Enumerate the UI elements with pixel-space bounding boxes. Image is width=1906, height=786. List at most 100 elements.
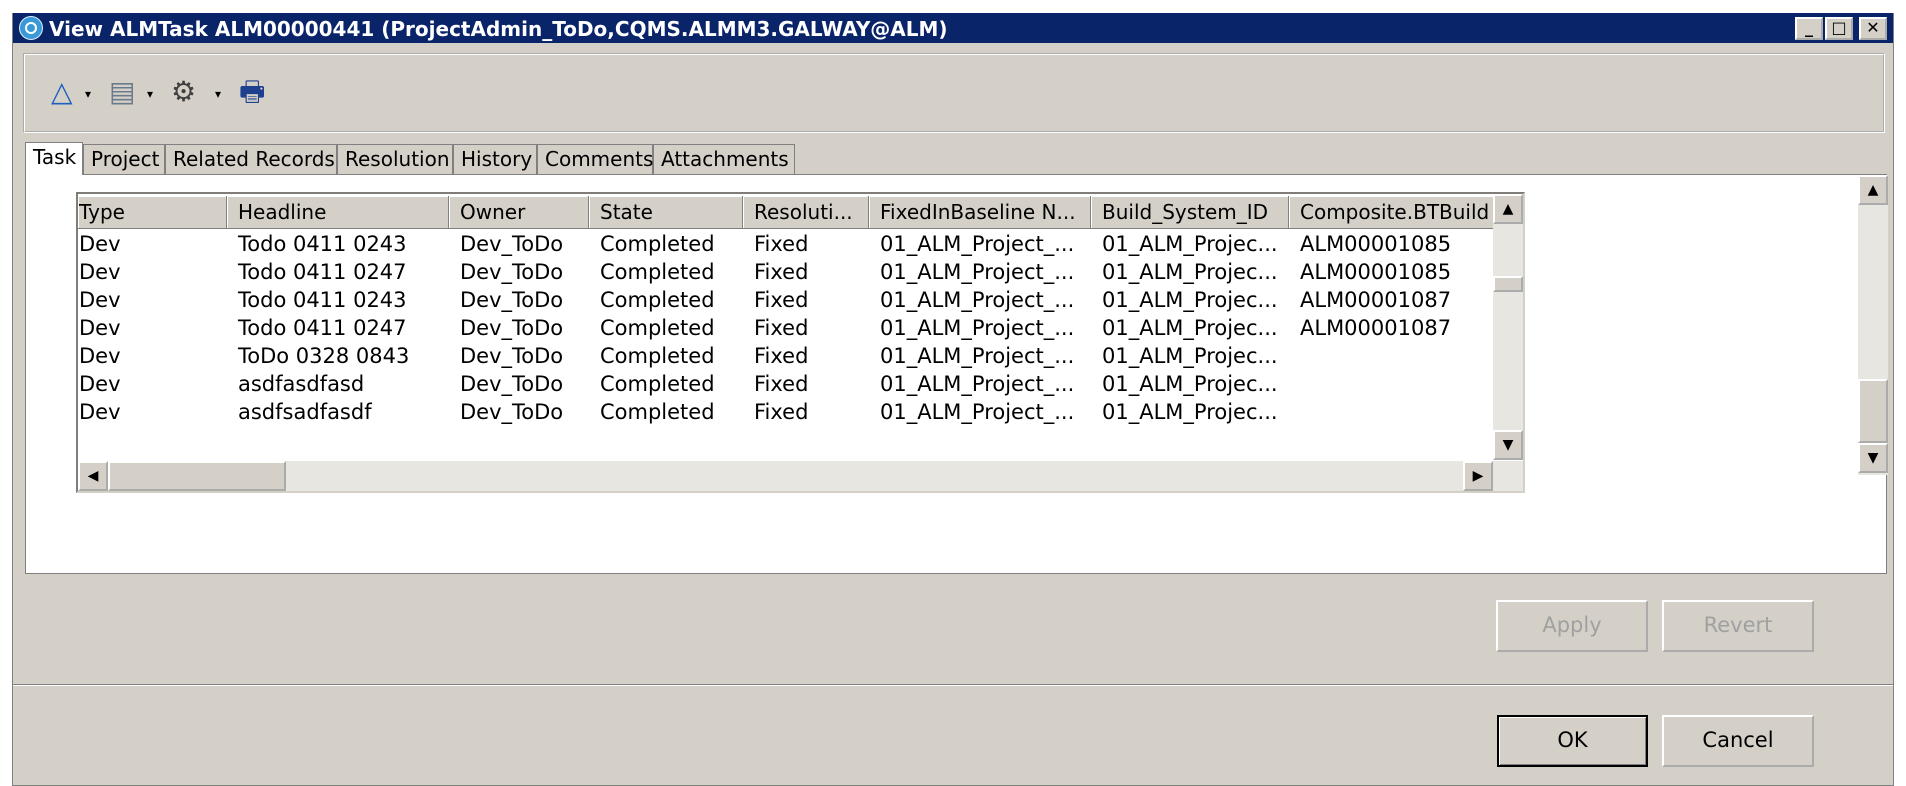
cell-resolution: Fixed [754, 344, 809, 368]
cell-fixedinbaseline: 01_ALM_Project_... [880, 372, 1075, 396]
column-header-resolution[interactable]: Resoluti... [743, 196, 869, 229]
table-horizontal-scrollbar[interactable]: ◀ ▶ [78, 461, 1523, 491]
cell-state: Completed [600, 232, 715, 256]
cell-build-system-id: 01_ALM_Projec... [1102, 344, 1278, 368]
cell-owner: Dev_ToDo [460, 232, 564, 256]
cell-owner: Dev_ToDo [460, 344, 564, 368]
cell-build-system-id: 01_ALM_Projec... [1102, 260, 1278, 284]
title-bar[interactable]: View ALMTask ALM00000441 (ProjectAdmin_T… [13, 13, 1893, 43]
table-header: Type Headline Owner State Resoluti... Fi… [78, 196, 1503, 229]
cell-headline: asdfasdfasd [238, 372, 365, 396]
scroll-left-icon[interactable]: ◀ [78, 461, 108, 491]
cell-resolution: Fixed [754, 288, 809, 312]
table-row[interactable]: Dev Todo 0411 0247 Dev_ToDo Completed Fixed 0… [78, 314, 1503, 342]
table-vertical-scrollbar[interactable]: ▲ ▼ [1493, 194, 1523, 460]
dialog-window: View ALMTask ALM00000441 (ProjectAdmin_T… [12, 13, 1894, 786]
cell-build-system-id: 01_ALM_Projec... [1102, 288, 1278, 312]
maximize-button[interactable]: □ [1825, 17, 1853, 40]
column-header-state[interactable]: State [589, 196, 743, 229]
horizontal-scroll-thumb[interactable] [108, 461, 286, 491]
cell-composite-btbuild [1289, 342, 1503, 370]
cell-composite-btbuild: ALM00001087 [1300, 316, 1452, 340]
table-row[interactable]: Dev Todo 0411 0243 Dev_ToDo Completed Fixed 0… [78, 286, 1503, 314]
app-globe-icon [19, 16, 43, 40]
cell-resolution: Fixed [754, 316, 809, 340]
table-row[interactable]: Dev ToDo 0328 0843 Dev_ToDo Completed Fixed 0… [78, 342, 1503, 370]
cell-composite-btbuild [1289, 398, 1503, 426]
print-icon[interactable]: 🖶 [239, 77, 265, 107]
table-row[interactable]: Dev Todo 0411 0247 Dev_ToDo Completed Fixed 0… [78, 258, 1503, 286]
tab-related-records[interactable]: Related Records [165, 144, 337, 174]
cell-owner: Dev_ToDo [460, 288, 564, 312]
cell-composite-btbuild: ALM00001087 [1300, 288, 1452, 312]
scroll-right-icon[interactable]: ▶ [1463, 461, 1493, 491]
panel-scroll-up-icon[interactable]: ▲ [1858, 175, 1888, 205]
cell-composite-btbuild: ALM00001085 [1300, 260, 1452, 284]
tab-task[interactable]: Task [25, 142, 83, 175]
table-row[interactable]: Dev asdfsadfasdf Dev_ToDo Completed Fixed 01_… [78, 398, 1503, 426]
actions-dropdown-icon[interactable]: ▾ [147, 87, 153, 101]
cell-state: Completed [600, 288, 715, 312]
window-title: View ALMTask ALM00000441 (ProjectAdmin_T… [49, 17, 948, 41]
column-header-composite-btbuild[interactable]: Composite.BTBuild [1289, 196, 1503, 229]
cell-resolution: Fixed [754, 232, 809, 256]
column-header-build-system-id[interactable]: Build_System_ID [1091, 196, 1289, 229]
cell-owner: Dev_ToDo [460, 260, 564, 284]
tab-comments[interactable]: Comments [537, 144, 653, 174]
revert-button[interactable]: Revert [1662, 600, 1814, 652]
cell-resolution: Fixed [754, 400, 809, 424]
cell-headline: asdfsadfasdf [238, 400, 372, 424]
change-state-dropdown-icon[interactable]: ▾ [85, 87, 91, 101]
column-header-fixedinbaseline[interactable]: FixedInBaseline N... [869, 196, 1091, 229]
cell-fixedinbaseline: 01_ALM_Project_... [880, 288, 1075, 312]
cell-build-system-id: 01_ALM_Projec... [1102, 232, 1278, 256]
actions-icon[interactable]: ▤ [109, 77, 135, 107]
separator [13, 684, 1893, 686]
cell-state: Completed [600, 372, 715, 396]
cancel-button[interactable]: Cancel [1662, 715, 1814, 767]
column-header-type[interactable]: Type [78, 196, 227, 229]
apply-button[interactable]: Apply [1496, 600, 1648, 652]
table-body: Dev Todo 0411 0243 Dev_ToDo Completed Fixed 0… [78, 230, 1503, 426]
cell-build-system-id: 01_ALM_Projec... [1102, 316, 1278, 340]
change-state-icon[interactable]: △ [51, 77, 73, 107]
panel-vertical-scrollbar[interactable]: ▲ ▼ [1858, 175, 1888, 475]
cell-type: Dev [79, 232, 121, 256]
table-row[interactable]: Dev Todo 0411 0243 Dev_ToDo Completed Fixed 0… [78, 230, 1503, 258]
tab-attachments[interactable]: Attachments [653, 144, 795, 174]
minimize-button[interactable]: _ [1795, 17, 1823, 40]
cell-fixedinbaseline: 01_ALM_Project_... [880, 260, 1075, 284]
cell-fixedinbaseline: 01_ALM_Project_... [880, 232, 1075, 256]
column-header-headline[interactable]: Headline [227, 196, 449, 229]
ok-button[interactable]: OK [1497, 715, 1648, 767]
cell-type: Dev [79, 344, 121, 368]
cell-state: Completed [600, 260, 715, 284]
cell-type: Dev [79, 288, 121, 312]
cell-headline: ToDo 0328 0843 [238, 344, 410, 368]
cell-composite-btbuild: ALM00001085 [1300, 232, 1452, 256]
tab-history[interactable]: History [453, 144, 537, 174]
cell-headline: Todo 0411 0247 [238, 316, 407, 340]
cell-state: Completed [600, 316, 715, 340]
cell-composite-btbuild [1289, 370, 1503, 398]
panel-scroll-down-icon[interactable]: ▼ [1858, 443, 1888, 473]
cell-owner: Dev_ToDo [460, 372, 564, 396]
cell-type: Dev [79, 372, 121, 396]
close-button[interactable]: ✕ [1859, 17, 1887, 40]
cell-build-system-id: 01_ALM_Projec... [1102, 372, 1278, 396]
utilities-icon[interactable]: ⚙ [171, 77, 196, 107]
utilities-dropdown-icon[interactable]: ▾ [215, 87, 221, 101]
tab-resolution[interactable]: Resolution [337, 144, 453, 174]
column-header-owner[interactable]: Owner [449, 196, 589, 229]
table-row[interactable]: Dev asdfasdfasd Dev_ToDo Completed Fixed 01_A… [78, 370, 1503, 398]
scroll-down-icon[interactable]: ▼ [1493, 430, 1523, 460]
cell-type: Dev [79, 400, 121, 424]
scroll-up-icon[interactable]: ▲ [1493, 194, 1523, 224]
panel-scroll-thumb[interactable] [1858, 379, 1888, 443]
cell-fixedinbaseline: 01_ALM_Project_... [880, 344, 1075, 368]
cell-headline: Todo 0411 0247 [238, 260, 407, 284]
tab-project[interactable]: Project [83, 144, 165, 174]
cell-fixedinbaseline: 01_ALM_Project_... [880, 400, 1075, 424]
cell-type: Dev [79, 316, 121, 340]
vertical-scroll-thumb[interactable] [1493, 276, 1523, 292]
